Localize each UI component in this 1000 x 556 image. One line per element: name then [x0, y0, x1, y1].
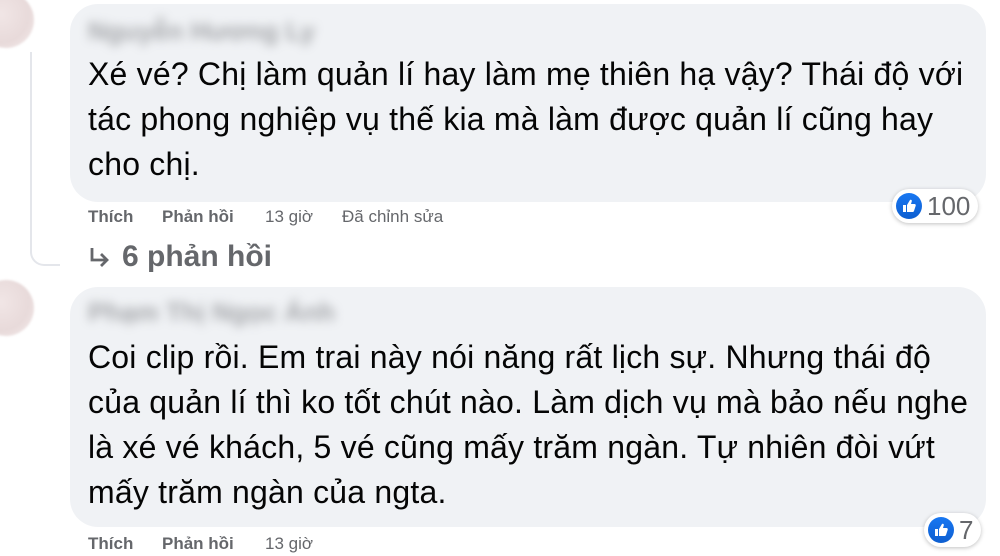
- reaction-count: 7: [959, 514, 974, 545]
- like-icon: [896, 193, 922, 219]
- reaction-count: 100: [927, 190, 971, 221]
- comment-bubble: Nguyễn Hương Ly Xé vé? Chị làm quản lí h…: [70, 4, 986, 202]
- edited-label[interactable]: Đã chỉnh sửa: [342, 207, 443, 227]
- avatar[interactable]: [0, 0, 34, 48]
- comment-bubble: Phạm Thị Ngọc Ánh Coi clip rồi. Em trai …: [70, 287, 986, 527]
- thread-connector: [30, 234, 60, 266]
- comment-author[interactable]: Nguyễn Hương Ly: [88, 16, 315, 47]
- like-button[interactable]: Thích: [88, 207, 133, 227]
- comment-timestamp[interactable]: 13 giờ: [265, 534, 313, 554]
- replies-count-label: 6 phản hồi: [122, 240, 272, 273]
- thread-line: [30, 52, 32, 252]
- comment-text: Xé vé? Chị làm quản lí hay làm mẹ thiên …: [88, 56, 964, 182]
- reply-arrow-icon: [88, 242, 112, 272]
- view-replies-button[interactable]: 6 phản hồi: [88, 240, 272, 274]
- reply-button[interactable]: Phản hồi: [162, 207, 234, 227]
- reaction-summary[interactable]: 100: [892, 189, 979, 223]
- reaction-summary[interactable]: 7: [924, 513, 982, 547]
- reply-button[interactable]: Phản hồi: [162, 534, 234, 554]
- comment-text: Coi clip rồi. Em trai này nói năng rất l…: [88, 339, 969, 510]
- comment-timestamp[interactable]: 13 giờ: [265, 207, 313, 227]
- avatar[interactable]: [0, 280, 34, 336]
- like-icon: [928, 517, 954, 543]
- like-button[interactable]: Thích: [88, 534, 133, 554]
- comment-author[interactable]: Phạm Thị Ngọc Ánh: [88, 297, 335, 328]
